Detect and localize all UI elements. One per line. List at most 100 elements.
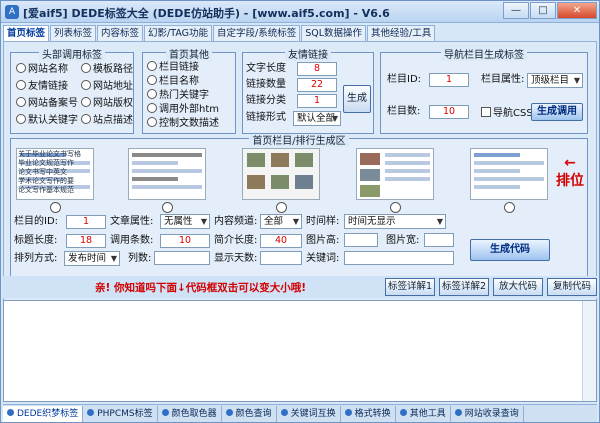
column-ranking-title: 首页栏目/排行生成区 [249, 136, 349, 147]
img-width-input[interactable] [424, 233, 454, 247]
bottom-tabs: DEDE织梦标签 PHPCMS标签 颜色取色器 颜色查询 关键词互换 格式转换 … [3, 404, 597, 422]
thumbnail-radio-5[interactable] [504, 202, 515, 213]
nav-css-checkbox[interactable]: 导航CSS [481, 107, 533, 120]
intro-length-input[interactable]: 40 [260, 234, 302, 248]
tag-detail-1-button[interactable]: 标签详解1 [385, 278, 435, 296]
code-scrollbar[interactable] [582, 301, 596, 401]
btab-dede-tags[interactable]: DEDE织梦标签 [3, 406, 84, 422]
radio-control-desc[interactable]: 控制文数描述 [147, 117, 219, 130]
tab-sql-ops[interactable]: SQL数据操作 [301, 25, 367, 41]
nav-column-attr-label: 栏目属性: [481, 74, 525, 85]
tag-detail-2-button[interactable]: 标签详解2 [439, 278, 489, 296]
thumbnail-style-2[interactable] [128, 148, 206, 200]
thumbnail-radio-3[interactable] [276, 202, 287, 213]
intro-length-label: 简介长度: [214, 235, 258, 246]
radio-icp[interactable]: 网站备案号 [16, 97, 78, 110]
sort-method-select[interactable]: 发布时间 ▼ [64, 251, 120, 266]
sort-method-label: 排列方式: [14, 253, 58, 264]
link-category-input[interactable]: 1 [297, 94, 337, 108]
show-days-input[interactable] [260, 251, 302, 265]
code-output-textarea[interactable] [3, 300, 597, 402]
call-count-input[interactable]: 10 [160, 234, 210, 248]
close-button[interactable]: ✕ [557, 2, 597, 19]
radio-site-url[interactable]: 网站地址 [81, 80, 133, 93]
nav-column-count-input[interactable]: 10 [429, 105, 469, 119]
nav-columns-title: 导航栏目生成标签 [441, 50, 527, 61]
tab-dot-icon [7, 409, 14, 416]
radio-external-htm[interactable]: 调用外部htm [147, 103, 219, 116]
keywords-input[interactable] [344, 251, 454, 265]
thumbnail-style-3[interactable] [242, 148, 320, 200]
status-bar: 亲! 你知道吗下面↓代码框双击可以变大小哦! 标签详解1 标签详解2 放大代码 … [3, 276, 597, 298]
chevron-down-icon: ▼ [436, 217, 443, 226]
window-title: [爱aif5] DEDE标签大全 (DEDE仿站助手) - [www.aif5.… [23, 7, 390, 20]
list-column-id-label: 栏目的ID: [14, 216, 59, 227]
article-attr-select[interactable]: 无属性 ▼ [160, 214, 210, 229]
radio-site-desc[interactable]: 站点描述 [81, 114, 133, 127]
tab-slideshow-tag[interactable]: 幻影/TAG功能 [144, 25, 213, 41]
btab-format-convert[interactable]: 格式转换 [341, 406, 396, 422]
radio-icon [16, 97, 26, 107]
chevron-down-icon: ▼ [292, 217, 299, 226]
time-style-select[interactable]: 时间无显示 ▼ [344, 214, 446, 229]
minimize-button[interactable]: — [503, 2, 529, 19]
radio-site-name[interactable]: 网站名称 [16, 63, 68, 76]
tab-other-tools[interactable]: 其他经验/工具 [367, 25, 436, 41]
radio-icon [147, 61, 157, 71]
radio-column-link[interactable]: 栏目链接 [147, 61, 199, 74]
columns-label: 列数: [128, 253, 152, 264]
header-common-group: 头部调用标签 网站名称 模板路径 友情链接 网站地址 网站备案号 网站版权 默认… [10, 50, 134, 134]
friend-links-title: 友情链接 [285, 50, 331, 61]
tab-content-tags[interactable]: 内容标签 [97, 25, 144, 41]
homepage-other-title: 首页其他 [166, 50, 212, 61]
columns-input[interactable] [154, 251, 210, 265]
text-length-input[interactable]: 8 [297, 62, 337, 76]
tab-dot-icon [399, 409, 407, 416]
radio-icon [81, 114, 91, 124]
radio-icon [81, 97, 91, 107]
call-count-label: 调用条数: [110, 235, 154, 246]
btab-color-lookup[interactable]: 颜色查询 [222, 406, 277, 422]
radio-friend-link[interactable]: 友情链接 [16, 80, 68, 93]
link-style-select[interactable]: 默认全部 ▼ [293, 111, 341, 126]
thumbnail-radio-4[interactable] [390, 202, 401, 213]
generate-code-button[interactable]: 生成代码 [470, 239, 550, 261]
nav-column-id-label: 栏目ID: [387, 74, 422, 85]
list-column-id-input[interactable]: 1 [66, 215, 106, 229]
nav-column-attr-select[interactable]: 顶级栏目 ▼ [527, 73, 583, 88]
tab-custom-fields[interactable]: 自定字段/系统标签 [213, 25, 301, 41]
btab-other-tools[interactable]: 其他工具 [396, 406, 451, 422]
friend-links-generate-button[interactable]: 生成 [343, 85, 371, 113]
title-length-input[interactable]: 18 [66, 234, 106, 248]
img-height-input[interactable] [344, 233, 378, 247]
maximize-button[interactable]: □ [530, 2, 556, 19]
thumbnail-radio-1[interactable] [50, 202, 61, 213]
thumbnail-radio-2[interactable] [162, 202, 173, 213]
tab-dot-icon [87, 409, 95, 416]
tab-dot-icon [344, 409, 352, 416]
nav-column-id-input[interactable]: 1 [429, 73, 469, 87]
nav-columns-group: 导航栏目生成标签 栏目ID: 1 栏目属性: 顶级栏目 ▼ 栏目数: 10 导航C… [380, 50, 588, 134]
tab-homepage-tags[interactable]: 首页标签 [3, 25, 50, 41]
chevron-down-icon: ▼ [573, 76, 580, 85]
radio-copyright[interactable]: 网站版权 [81, 97, 133, 110]
enlarge-code-button[interactable]: 放大代码 [493, 278, 543, 296]
thumbnail-style-4[interactable] [356, 148, 434, 200]
radio-icon [16, 114, 26, 124]
content-channel-select[interactable]: 全部 ▼ [260, 214, 302, 229]
nav-generate-call-button[interactable]: 生成调用 [531, 103, 583, 121]
btab-site-index[interactable]: 网站收录查询 [451, 406, 524, 422]
radio-column-name[interactable]: 栏目名称 [147, 75, 199, 88]
link-count-input[interactable]: 22 [297, 78, 337, 92]
tab-list-tags[interactable]: 列表标签 [50, 25, 97, 41]
nav-column-count-label: 栏目数: [387, 106, 421, 117]
radio-icon [16, 63, 26, 73]
radio-hot-keywords[interactable]: 热门关键字 [147, 89, 209, 102]
thumbnail-style-5[interactable] [470, 148, 548, 200]
radio-template-path[interactable]: 模板路径 [81, 63, 133, 76]
btab-phpcms-tags[interactable]: PHPCMS标签 [83, 406, 158, 422]
copy-code-button[interactable]: 复制代码 [547, 278, 597, 296]
btab-keyword-swap[interactable]: 关键词互换 [277, 406, 341, 422]
radio-default-keywords[interactable]: 默认关键字 [16, 114, 78, 127]
btab-color-picker[interactable]: 颜色取色器 [158, 406, 222, 422]
